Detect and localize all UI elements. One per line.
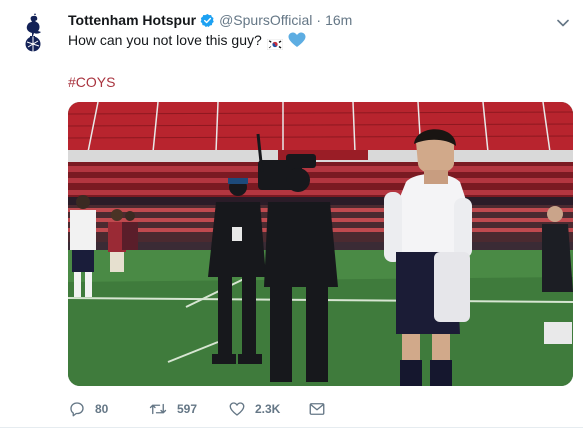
blue-heart-icon (288, 32, 306, 48)
tweet-text: How can you not love this guy? (68, 30, 563, 50)
retweet-button[interactable]: 597 (148, 400, 228, 418)
tweet-header: Tottenham Hotspur @SpursOfficial · 16m (68, 10, 553, 30)
tweet-card[interactable]: Tottenham Hotspur @SpursOfficial · 16m H… (0, 0, 583, 428)
reply-count: 80 (95, 402, 109, 416)
author-name[interactable]: Tottenham Hotspur (68, 10, 196, 30)
verified-badge-icon (200, 13, 215, 28)
retweet-icon (149, 403, 167, 415)
like-count: 2.3K (255, 402, 281, 416)
more-options-chevron-down-icon[interactable] (557, 14, 569, 27)
stadium-photo (68, 102, 573, 386)
author-handle[interactable]: @SpursOfficial (219, 10, 312, 30)
like-button[interactable]: 2.3K (228, 400, 308, 418)
author-avatar[interactable] (14, 12, 54, 54)
spurs-cockerel-logo-icon (25, 13, 41, 52)
hashtag-link[interactable]: #COYS (68, 72, 115, 92)
direct-message-button[interactable] (308, 400, 328, 418)
retweet-count: 597 (177, 402, 198, 416)
tweet-actions: 80 597 2.3K (68, 397, 328, 421)
reply-button[interactable]: 80 (68, 400, 148, 418)
tweet-media-video[interactable] (68, 102, 573, 386)
reply-icon (70, 402, 84, 417)
tweet-text-body: How can you not love this guy? (68, 32, 262, 48)
direct-message-icon (309, 403, 325, 415)
like-icon (229, 402, 245, 416)
south-korea-flag-icon (266, 35, 284, 50)
tweet-timestamp[interactable]: 16m (325, 10, 352, 30)
header-separator: · (316, 12, 322, 28)
